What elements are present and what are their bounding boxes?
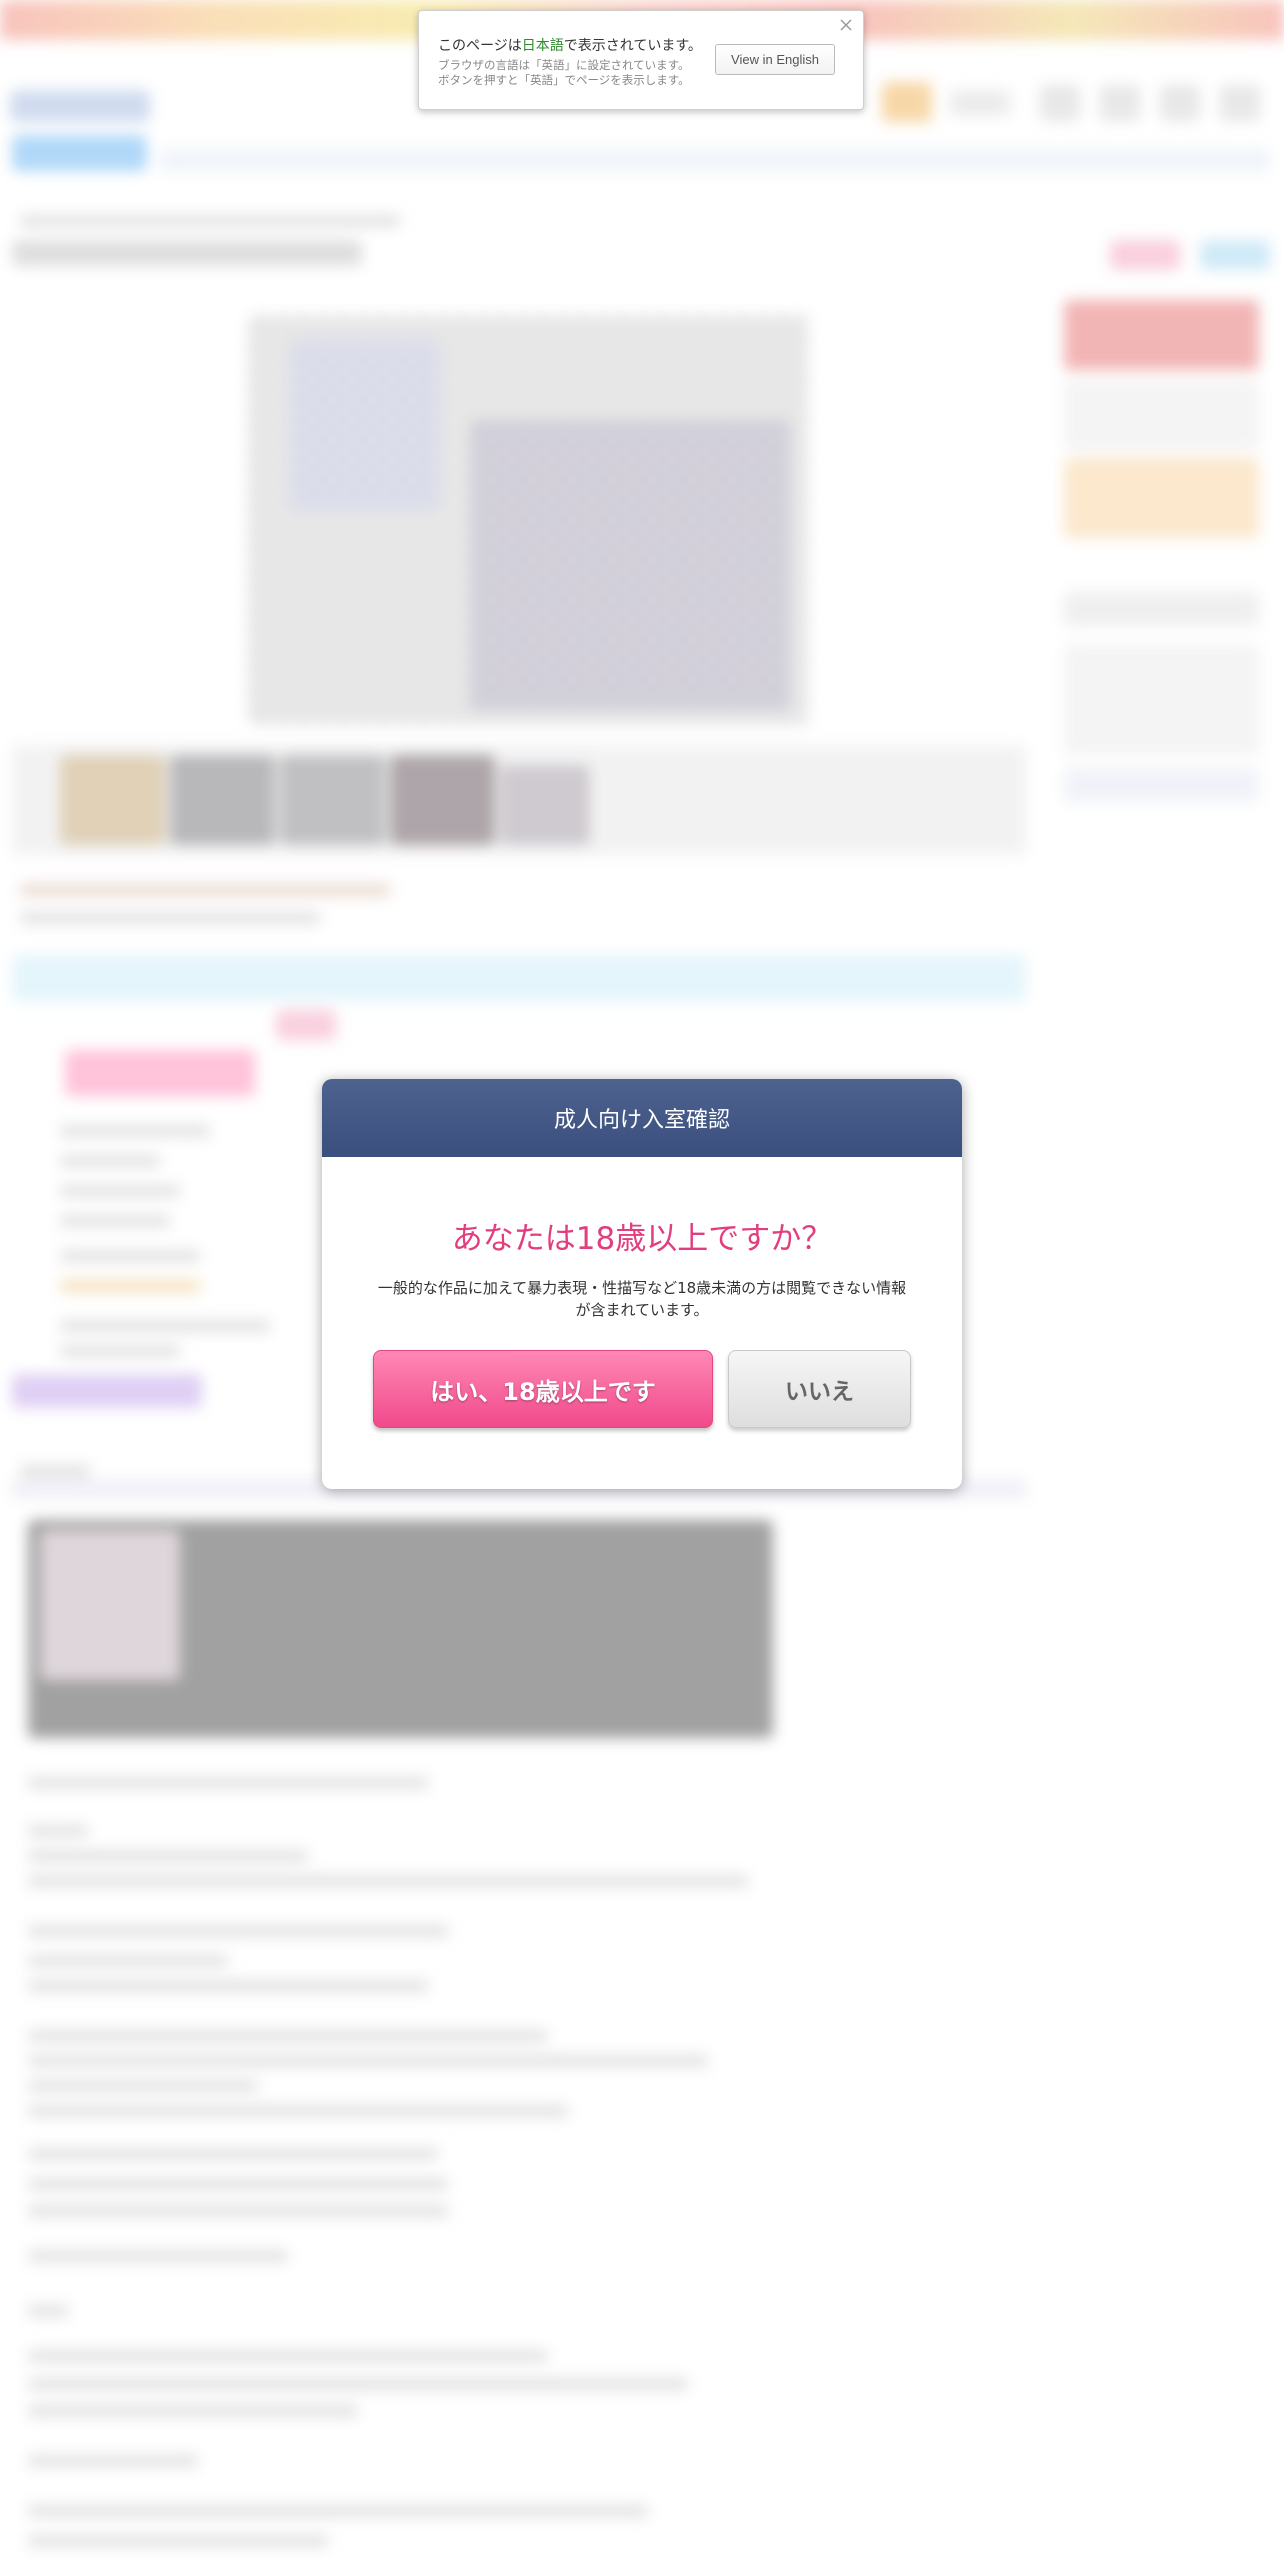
language-notice-popup: このページは日本語で表示されています。 ブラウザの言語は「英語」に設定されていま…	[418, 10, 864, 110]
language-notice-language: 日本語	[521, 38, 564, 54]
modal-title: 成人向け入室確認	[553, 1108, 730, 1133]
language-notice-subtext-line2: ボタンを押すと「英語」でページを表示します。	[438, 73, 690, 87]
language-notice-subtext-line1: ブラウザの言語は「英語」に設定されています。	[438, 58, 690, 72]
language-notice-title-prefix: このページは	[438, 38, 522, 54]
close-icon[interactable]	[837, 16, 855, 34]
decline-button[interactable]: いいえ	[728, 1350, 911, 1428]
confirm-adult-button[interactable]: はい、18歳以上です	[373, 1350, 713, 1428]
age-verification-modal: 成人向け入室確認 あなたは18歳以上ですか？ 一般的な作品に加えて暴力表現・性描…	[322, 1079, 962, 1489]
confirm-adult-label: はい、18歳以上です	[430, 1377, 656, 1406]
language-notice-subtext: ブラウザの言語は「英語」に設定されています。 ボタンを押すと「英語」でページを表…	[438, 58, 690, 88]
decline-label: いいえ	[785, 1379, 854, 1405]
language-notice-title-suffix: で表示されています。	[563, 38, 702, 54]
language-notice-title: このページは日本語で表示されています。	[438, 35, 702, 55]
age-question: あなたは18歳以上ですか？	[451, 1221, 833, 1257]
age-description: 一般的な作品に加えて暴力表現・性描写など18歳未満の方は閲覧できない情報が含まれ…	[377, 1279, 907, 1319]
modal-header: 成人向け入室確認	[322, 1079, 962, 1157]
view-in-english-button[interactable]: View in English	[715, 44, 835, 75]
